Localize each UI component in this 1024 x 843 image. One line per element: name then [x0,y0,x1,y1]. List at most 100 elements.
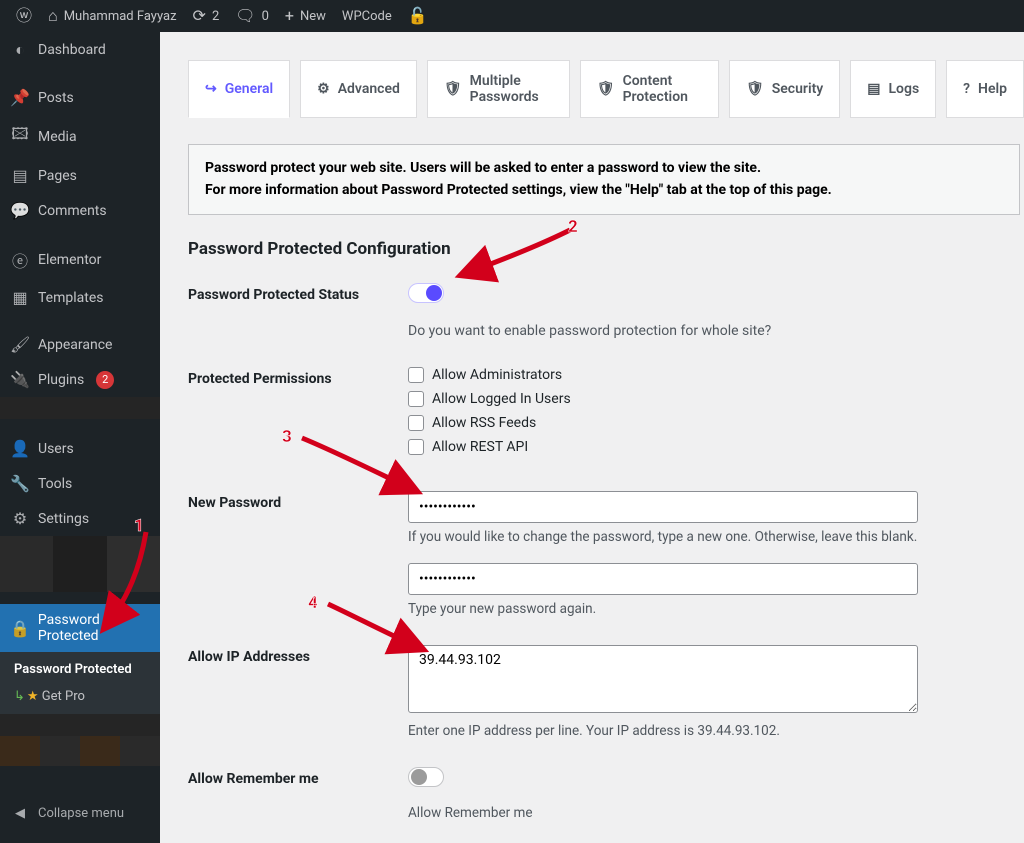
sidebar-label: Media [38,129,77,145]
label-remember-me: Allow Remember me [188,767,408,821]
submenu-password-protected[interactable]: Password Protected [0,656,160,683]
sidebar-label: Settings [38,511,89,527]
shield-icon: 🛡 [746,81,764,97]
label-ip-addresses: Allow IP Addresses [188,645,408,739]
tab-advanced[interactable]: ⚙ Advanced [300,60,417,118]
site-name-item[interactable]: ⌂ Muhammad Fayyaz [40,0,185,32]
comments-count: 0 [262,9,269,24]
comments-item[interactable]: 🗨 0 [227,0,277,32]
users-icon: 👤 [10,439,30,458]
textarea-ip-addresses[interactable] [408,645,918,713]
sidebar-item-pages[interactable]: ▤ Pages [0,158,160,193]
chk-label: Allow Administrators [432,367,562,383]
tab-security[interactable]: 🛡 Security [729,60,840,118]
sidebar-item-media[interactable]: 🖾 Media [0,115,160,158]
chk-label: Allow Logged In Users [432,391,571,407]
new-label: New [300,9,326,24]
sidebar-item-appearance[interactable]: 🖌 Appearance [0,327,160,362]
collapse-menu[interactable]: ◀ Collapse menu [0,798,160,829]
collapse-icon: ◀ [10,806,30,821]
tab-content-protection[interactable]: 🛡 Content Protection [580,60,719,118]
sidebar-item-dashboard[interactable]: ◐ Dashboard [0,32,160,68]
label-status: Password Protected Status [188,283,408,339]
tab-label: Multiple Passwords [470,73,553,105]
new-item[interactable]: + New [277,0,334,32]
wp-logo[interactable]: ⓦ [8,0,40,32]
unlock-item[interactable]: 🔓 [400,0,436,32]
sidebar-item-users[interactable]: 👤 Users [0,431,160,466]
tab-label: Content Protection [623,73,702,105]
redacted-menu-item [0,714,160,736]
notice-line1: Password protect your web site. Users wi… [205,160,761,176]
gear-icon: ⚙ [317,81,330,97]
logs-icon: ▤ [867,81,880,97]
pages-icon: ▤ [10,166,30,185]
tab-label: Advanced [338,81,400,97]
chk-allow-restapi[interactable]: Allow REST API [408,439,994,455]
updates-item[interactable]: ⟳ 2 [185,0,228,32]
tab-multiple-passwords[interactable]: 🛡 Multiple Passwords [427,60,570,118]
unlock-icon: 🔓 [408,8,428,24]
chk-allow-loggedin[interactable]: Allow Logged In Users [408,391,994,407]
chk-allow-admins[interactable]: Allow Administrators [408,367,994,383]
comment-icon: 🗨 [235,8,255,24]
toggle-remember-me[interactable] [408,767,444,787]
notice-line2: For more information about Password Prot… [205,182,832,198]
info-notice: Password protect your web site. Users wi… [188,144,1020,215]
row-permissions: Protected Permissions Allow Administrato… [188,367,1024,463]
submenu-get-pro[interactable]: ↳★ Get Pro [0,683,160,710]
row-status: Password Protected Status Do you want to… [188,283,1024,339]
row-new-password: New Password If you would like to change… [188,491,1024,617]
brush-icon: 🖌 [10,335,30,354]
input-confirm-password[interactable] [408,563,918,595]
row-remember-me: Allow Remember me Allow Remember me [188,767,1024,821]
chk-allow-rss[interactable]: Allow RSS Feeds [408,415,994,431]
tab-general[interactable]: ↪ General [188,60,290,118]
content-area: ↪ General ⚙ Advanced 🛡 Multiple Password… [160,32,1024,843]
general-icon: ↪ [205,81,217,97]
new-password-help: If you would like to change the password… [408,529,994,545]
sidebar-item-plugins[interactable]: 🔌 Plugins 2 [0,362,160,397]
comments-icon: 💬 [10,201,30,220]
sidebar-item-posts[interactable]: 📌 Posts [0,80,160,115]
section-title: Password Protected Configuration [188,239,1024,259]
checkbox-rss[interactable] [408,415,424,431]
toggle-status[interactable] [408,283,444,303]
sidebar-label: Dashboard [38,42,106,58]
checkbox-loggedin[interactable] [408,391,424,407]
sidebar-label: Appearance [38,337,112,353]
media-icon: 🖾 [10,123,30,150]
submenu-getpro-label: Get Pro [42,689,85,704]
wpcode-item[interactable]: WPCode [334,0,400,32]
settings-tabs: ↪ General ⚙ Advanced 🛡 Multiple Password… [188,60,1024,118]
sidebar-item-templates[interactable]: ▦ Templates [0,280,160,315]
shield-icon: 🛡 [444,81,462,97]
sidebar-item-password-protected[interactable]: 🔒 Password Protected [0,604,160,652]
sidebar-label: Tools [38,476,72,492]
templates-icon: ▦ [10,288,30,307]
wordpress-icon: ⓦ [16,8,32,24]
sidebar-label: Pages [38,168,77,184]
sidebar-label: Plugins [38,372,84,388]
collapse-label: Collapse menu [38,806,124,821]
sidebar-item-elementor[interactable]: ⓔ Elementor [0,240,160,280]
sidebar-item-comments[interactable]: 💬 Comments [0,193,160,228]
checkbox-admins[interactable] [408,367,424,383]
sidebar-item-settings[interactable]: ⚙ Settings [0,501,160,536]
sidebar-item-tools[interactable]: 🔧 Tools [0,466,160,501]
redacted-menu-item [0,397,160,419]
remember-help: Allow Remember me [408,805,994,821]
checkbox-restapi[interactable] [408,439,424,455]
chk-label: Allow REST API [432,439,528,455]
tab-logs[interactable]: ▤ Logs [850,60,936,118]
refresh-icon: ⟳ [193,8,206,24]
plus-icon: + [285,8,294,24]
tab-help[interactable]: ? Help [946,60,1024,118]
admin-bar: ⓦ ⌂ Muhammad Fayyaz ⟳ 2 🗨 0 + New WPCode… [0,0,1024,32]
redacted-menu-block [0,536,160,592]
chk-label: Allow RSS Feeds [432,415,536,431]
sidebar-label: Users [38,441,74,457]
input-new-password[interactable] [408,491,918,523]
lock-icon: 🔒 [10,619,30,638]
label-permissions: Protected Permissions [188,367,408,463]
